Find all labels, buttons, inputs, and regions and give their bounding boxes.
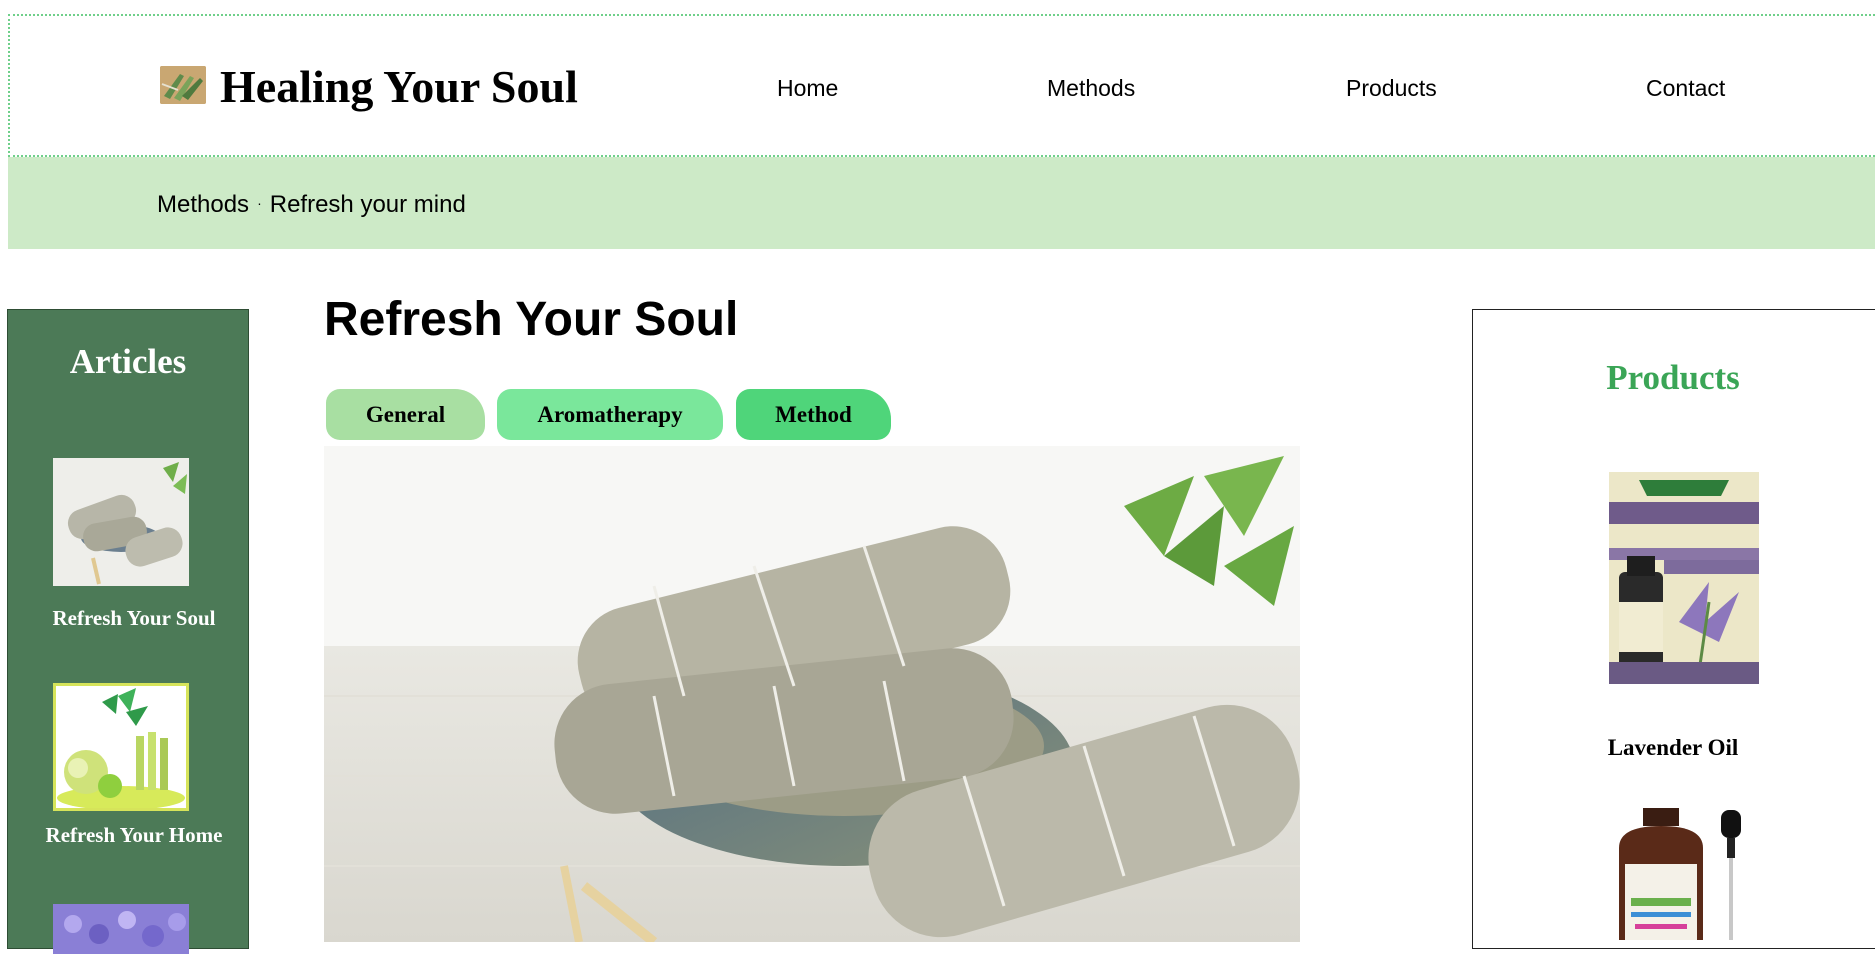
article-label[interactable]: Refresh Your Home [8,823,260,848]
article-label[interactable]: Refresh Your Soul [8,606,260,631]
breadcrumb-separator: · [257,195,262,211]
hero-image [324,446,1300,942]
sidebar-title: Articles [69,342,187,381]
products-panel: Products Lavender Oil [1472,309,1875,949]
logo-image[interactable] [160,66,206,104]
articles-sidebar: Articles Refresh Your Soul Refresh Your … [7,309,249,954]
tab-general[interactable]: General [326,389,485,440]
site-header: Healing Your Soul Home Methods Products … [8,14,1875,157]
products-title: Products [1606,358,1740,397]
breadcrumb-current: Refresh your mind [269,191,466,218]
tab-aromatherapy[interactable]: Aromatherapy [497,389,723,440]
site-title[interactable]: Healing Your Soul [220,60,578,114]
page-title: Refresh Your Soul [324,293,739,346]
tab-method[interactable]: Method [736,389,891,440]
product-image-lavender-oil[interactable] [1609,472,1759,684]
product-label[interactable]: Lavender Oil [1473,735,1873,761]
breadcrumb-section[interactable]: Methods [157,191,249,218]
article-thumbnail[interactable] [53,904,189,954]
nav-contact[interactable]: Contact [1646,74,1725,102]
article-thumbnail[interactable] [53,683,189,811]
nav-methods[interactable]: Methods [1047,74,1135,102]
breadcrumb: Methods · Refresh your mind [8,157,1875,249]
nav-home[interactable]: Home [777,74,838,102]
nav-products[interactable]: Products [1346,74,1437,102]
article-thumbnail[interactable] [53,458,189,586]
product-image-lemongrass-oil[interactable] [1609,808,1759,940]
